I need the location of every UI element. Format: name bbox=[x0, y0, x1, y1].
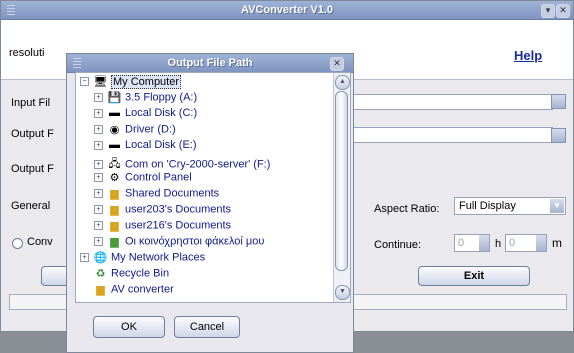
network-places-icon: 🌐 bbox=[93, 252, 108, 264]
expand-icon[interactable]: + bbox=[94, 221, 103, 230]
shared-folder-icon: ▆ bbox=[110, 236, 119, 248]
aspect-ratio-value: Full Display bbox=[459, 200, 516, 212]
floppy-icon: 💾 bbox=[107, 92, 122, 104]
expand-icon[interactable]: + bbox=[94, 173, 103, 182]
close-icon[interactable]: ✕ bbox=[330, 57, 344, 71]
aspect-ratio-select[interactable]: Full Display ▼ bbox=[454, 197, 566, 215]
tree-node[interactable]: − 🖥 My Computer bbox=[80, 74, 182, 90]
scroll-down-icon[interactable]: ▼ bbox=[335, 285, 350, 300]
continue-minutes-value: 0 bbox=[509, 237, 516, 249]
chevron-down-icon: ▼ bbox=[550, 199, 564, 213]
continue-hours-value: 0 bbox=[458, 237, 465, 249]
expand-icon[interactable]: + bbox=[94, 160, 103, 169]
output-path-label: Output F bbox=[11, 163, 54, 175]
expand-icon[interactable]: + bbox=[94, 205, 103, 214]
expand-icon[interactable]: + bbox=[94, 93, 103, 102]
resolution-label: resoluti bbox=[9, 47, 45, 59]
collapse-icon[interactable]: − bbox=[80, 77, 89, 86]
close-icon[interactable]: ✕ bbox=[556, 4, 570, 18]
minutes-unit-label: m bbox=[552, 236, 562, 250]
tree-node[interactable]: + ▆ Οι κοινόχρηστοι φάκελοί μου bbox=[94, 235, 264, 250]
expand-icon[interactable]: + bbox=[94, 108, 103, 118]
expand-icon[interactable]: + bbox=[94, 125, 103, 134]
scroll-thumb[interactable] bbox=[335, 91, 348, 271]
output-path-dialog: Output File Path ✕ − 🖥 My Computer + 💾 3.5 F… bbox=[66, 53, 354, 353]
dialog-titlebar[interactable]: Output File Path ✕ bbox=[67, 54, 353, 73]
input-file-label: Input Fil bbox=[11, 97, 51, 109]
tree-scrollbar[interactable]: ▲ ▼ bbox=[333, 73, 350, 302]
expand-icon[interactable]: + bbox=[94, 237, 103, 246]
spinner-arrows-icon[interactable] bbox=[536, 235, 546, 251]
input-file-field[interactable] bbox=[353, 94, 553, 110]
continue-hours-spinner[interactable]: 0 bbox=[454, 234, 490, 252]
folder-icon: ▆ bbox=[110, 188, 119, 200]
cancel-button[interactable]: Cancel bbox=[174, 316, 240, 338]
tree-node[interactable]: ♻ Recycle Bin bbox=[93, 267, 170, 282]
disk-icon: ▬ bbox=[109, 107, 120, 120]
expand-icon[interactable]: + bbox=[94, 140, 103, 150]
help-link[interactable]: Help bbox=[514, 48, 542, 63]
continue-minutes-spinner[interactable]: 0 bbox=[505, 234, 547, 252]
output-format-field[interactable] bbox=[353, 127, 553, 143]
tree-node[interactable]: + 🖧 Com on 'Cry-2000-server' (F:) bbox=[94, 155, 270, 171]
recycle-bin-icon: ♻ bbox=[95, 268, 106, 280]
expand-icon[interactable]: + bbox=[94, 189, 103, 198]
aspect-ratio-label: Aspect Ratio: bbox=[374, 203, 440, 215]
folder-tree[interactable]: − 🖥 My Computer + 💾 3.5 Floppy (A:) + ▬ Local … bbox=[75, 72, 351, 303]
cd-drive-icon: ◉ bbox=[109, 124, 120, 136]
folder-icon: ▆ bbox=[96, 284, 105, 296]
general-label: General bbox=[11, 200, 51, 212]
output-format-dropdown-button[interactable] bbox=[551, 128, 566, 143]
convert-radio[interactable] bbox=[12, 238, 23, 249]
spinner-arrows-icon[interactable] bbox=[479, 235, 489, 251]
ok-button[interactable]: OK bbox=[93, 316, 165, 338]
folder-icon: ▆ bbox=[110, 220, 119, 232]
control-panel-icon: ⚙ bbox=[109, 172, 120, 184]
tree-node[interactable]: + 🌐 My Network Places bbox=[80, 251, 205, 266]
tree-node[interactable]: ▆ AV converter bbox=[93, 283, 174, 298]
tree-node[interactable]: + ⚙ Control Panel bbox=[94, 171, 192, 186]
exit-button[interactable]: Exit bbox=[418, 266, 530, 286]
main-titlebar[interactable]: AVConverter V1.0 ▾ ✕ bbox=[1, 1, 573, 20]
expand-icon[interactable]: + bbox=[80, 253, 89, 262]
scroll-up-icon[interactable]: ▲ bbox=[335, 75, 350, 90]
tree-node[interactable]: + ▆ Shared Documents bbox=[94, 187, 219, 202]
disk-icon: ▬ bbox=[109, 139, 120, 152]
hours-unit-label: h bbox=[495, 238, 502, 250]
window-title: AVConverter V1.0 bbox=[240, 4, 334, 16]
minimize-icon[interactable]: ▾ bbox=[541, 4, 555, 18]
tree-node[interactable]: + ◉ Driver (D:) bbox=[94, 123, 176, 138]
tree-node[interactable]: + ▆ user203's Documents bbox=[94, 203, 231, 218]
tree-node[interactable]: + ▆ user216's Documents bbox=[94, 219, 231, 234]
computer-icon: 🖥 bbox=[93, 76, 108, 88]
folder-icon: ▆ bbox=[110, 204, 119, 216]
continue-label: Continue: bbox=[374, 239, 422, 251]
input-file-browse-button[interactable] bbox=[551, 94, 566, 109]
tree-node[interactable]: + ▬ Local Disk (E:) bbox=[94, 139, 197, 154]
tree-node[interactable]: + ▬ Local Disk (C:) bbox=[94, 107, 197, 122]
convert-label: Conv bbox=[27, 236, 53, 248]
dialog-title: Output File Path bbox=[167, 57, 253, 69]
output-format-label: Output F bbox=[11, 128, 54, 140]
tree-node[interactable]: + 💾 3.5 Floppy (A:) bbox=[94, 91, 197, 106]
